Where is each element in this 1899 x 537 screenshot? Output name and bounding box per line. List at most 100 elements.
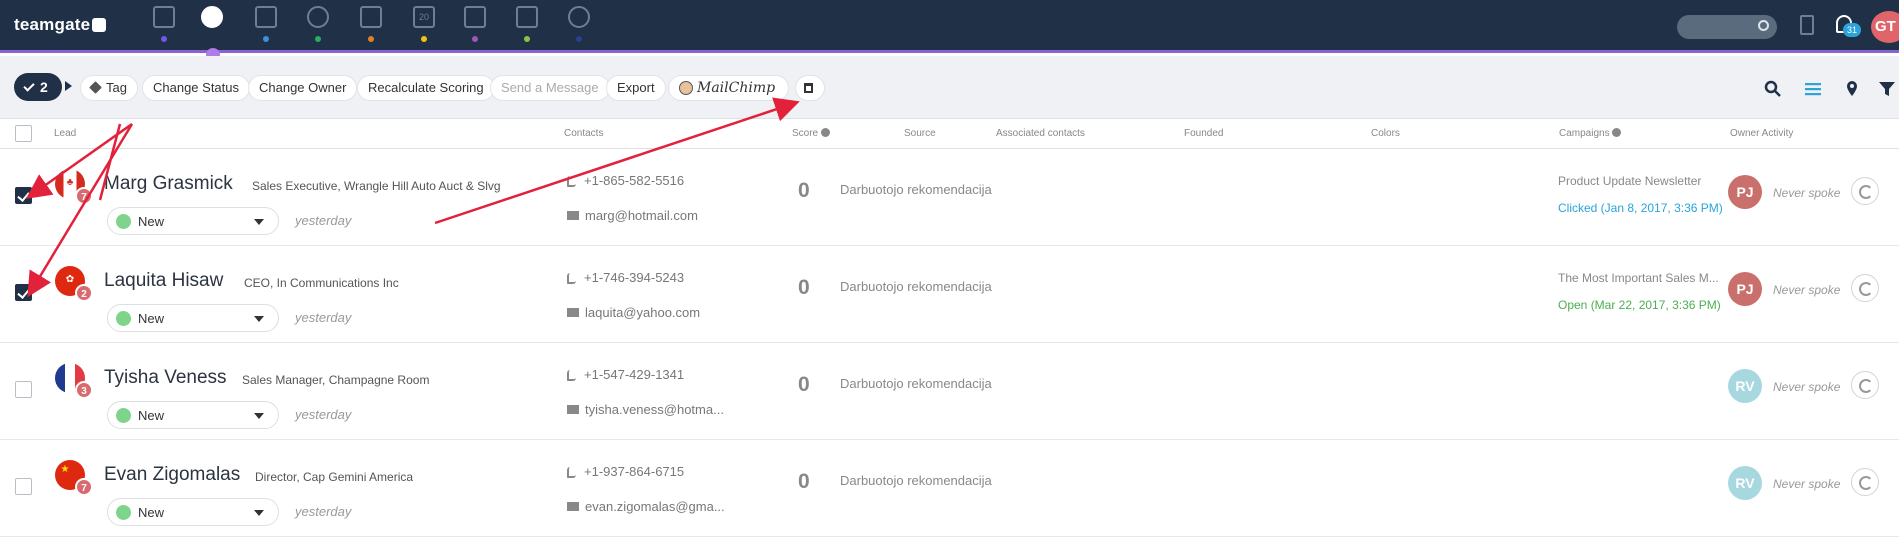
chevron-down-icon [254, 316, 264, 322]
delete-button[interactable] [795, 75, 825, 101]
last-activity-time: yesterday [295, 504, 352, 519]
change-owner-button[interactable]: Change Owner [248, 75, 358, 101]
refresh-icon[interactable] [1851, 371, 1879, 399]
nav-dot [161, 36, 167, 42]
col-founded[interactable]: Founded [1184, 128, 1223, 139]
lead-name[interactable]: Marg Grasmick [104, 173, 233, 195]
lead-source: Darbuotojo rekomendacija [840, 279, 992, 294]
selected-count-button[interactable]: 2 [14, 73, 62, 101]
export-button[interactable]: Export [606, 75, 666, 101]
nav-dot [421, 36, 427, 42]
col-contacts[interactable]: Contacts [564, 128, 603, 139]
mailchimp-label: MailChimp [697, 80, 776, 96]
email-address[interactable]: tyisha.veness@hotma... [585, 402, 724, 417]
col-source[interactable]: Source [904, 128, 936, 139]
col-score[interactable]: Score [792, 128, 830, 139]
list-view-icon[interactable] [1804, 80, 1822, 98]
row-checkbox[interactable] [15, 187, 32, 204]
owner-activity: Never spoke [1773, 477, 1841, 491]
campaign-name[interactable]: Product Update Newsletter [1558, 174, 1701, 188]
lead-score: 0 [798, 373, 810, 396]
phone-number[interactable]: +1-746-394-5243 [584, 270, 684, 285]
lead-score: 0 [798, 276, 810, 299]
lead-badge: 2 [75, 284, 93, 302]
owner-avatar[interactable]: PJ [1728, 175, 1762, 209]
col-associated[interactable]: Associated contacts [996, 128, 1085, 139]
filter-icon[interactable] [1878, 80, 1896, 98]
book-icon[interactable] [1800, 15, 1814, 35]
status-dropdown[interactable]: New [107, 401, 279, 429]
nav-contacts[interactable] [304, 6, 332, 46]
lead-score: 0 [798, 179, 810, 202]
recalculate-scoring-button[interactable]: Recalculate Scoring [357, 75, 495, 101]
table-row[interactable]: ✿ 2 Laquita Hisaw CEO, In Communications In… [0, 246, 1899, 343]
status-dropdown[interactable]: New [107, 207, 279, 235]
lead-badge: 3 [75, 381, 93, 399]
user-avatar[interactable]: GT [1871, 11, 1899, 43]
email-address[interactable]: laquita@yahoo.com [585, 305, 700, 320]
col-score-label: Score [792, 128, 819, 139]
lead-name[interactable]: Tyisha Veness [104, 367, 227, 389]
nav-deals[interactable] [357, 6, 385, 46]
lead-name[interactable]: Evan Zigomalas [104, 464, 240, 486]
col-owner-activity[interactable]: Owner Activity [1730, 128, 1793, 139]
col-campaigns[interactable]: Campaigns [1559, 128, 1622, 139]
bulk-action-toolbar: 2 Tag Change Status Change Owner Recalcu… [0, 56, 1899, 118]
refresh-icon[interactable] [1851, 274, 1879, 302]
status-dot [116, 214, 131, 229]
refresh-icon[interactable] [1851, 468, 1879, 496]
tag-label: Tag [106, 80, 127, 95]
check-icon [23, 80, 35, 92]
campaign-status: Open (Mar 22, 2017, 3:36 PM) [1558, 298, 1721, 312]
col-lead[interactable]: Lead [54, 128, 76, 139]
select-all-checkbox[interactable] [15, 125, 32, 142]
owner-avatar[interactable]: PJ [1728, 272, 1762, 306]
global-search-input[interactable] [1677, 15, 1777, 39]
campaign-name[interactable]: The Most Important Sales M... [1558, 271, 1719, 285]
owner-avatar[interactable]: RV [1728, 369, 1762, 403]
refresh-icon[interactable] [1851, 177, 1879, 205]
table-header: Lead Contacts Score Source Associated co… [0, 118, 1899, 149]
last-activity-time: yesterday [295, 213, 352, 228]
status-dot [116, 408, 131, 423]
lead-badge: 7 [75, 478, 93, 496]
inbox-icon [464, 6, 486, 28]
nav-dot [263, 36, 269, 42]
phone-number[interactable]: +1-937-864-6715 [584, 464, 684, 479]
mailchimp-button[interactable]: MailChimp [668, 75, 789, 101]
nav-documents[interactable] [513, 6, 541, 46]
table-row[interactable]: ♣ 7 Marg Grasmick Sales Executive, Wrangle … [0, 149, 1899, 246]
row-checkbox[interactable] [15, 381, 32, 398]
tag-icon [89, 81, 102, 94]
row-checkbox[interactable] [15, 478, 32, 495]
nav-inbox[interactable] [461, 6, 489, 46]
companies-icon [255, 6, 277, 28]
phone-number[interactable]: +1-865-582-5516 [584, 173, 684, 188]
nav-leads[interactable] [198, 6, 226, 46]
row-checkbox[interactable] [15, 284, 32, 301]
tag-button[interactable]: Tag [80, 75, 138, 101]
email-address[interactable]: evan.zigomalas@gma... [585, 499, 725, 514]
phone-number[interactable]: +1-547-429-1341 [584, 367, 684, 382]
caret-right-icon[interactable] [65, 81, 72, 91]
owner-avatar[interactable]: RV [1728, 466, 1762, 500]
send-message-button[interactable]: Send a Message [490, 75, 610, 101]
email-address[interactable]: marg@hotmail.com [585, 208, 698, 223]
nav-companies[interactable] [252, 6, 280, 46]
change-status-button[interactable]: Change Status [142, 75, 251, 101]
logo[interactable]: teamgate [14, 15, 107, 35]
table-row[interactable]: 3 Tyisha Veness Sales Manager, Champagne R… [0, 343, 1899, 440]
nav-reports[interactable] [565, 6, 593, 46]
table-row[interactable]: ★ 7 Evan Zigomalas Director, Cap Gemini Ame… [0, 440, 1899, 537]
nav-calendar[interactable]: 20 [410, 6, 438, 46]
mailchimp-logo-icon [679, 81, 693, 95]
lead-title: Sales Manager, Champagne Room [242, 373, 430, 387]
status-dropdown[interactable]: New [107, 304, 279, 332]
search-icon[interactable] [1764, 80, 1782, 98]
last-activity-time: yesterday [295, 310, 352, 325]
map-pin-icon[interactable] [1843, 80, 1861, 98]
col-colors[interactable]: Colors [1371, 128, 1400, 139]
phone-icon [567, 176, 576, 187]
lead-name[interactable]: Laquita Hisaw [104, 270, 223, 292]
nav-dashboard[interactable] [150, 6, 178, 46]
